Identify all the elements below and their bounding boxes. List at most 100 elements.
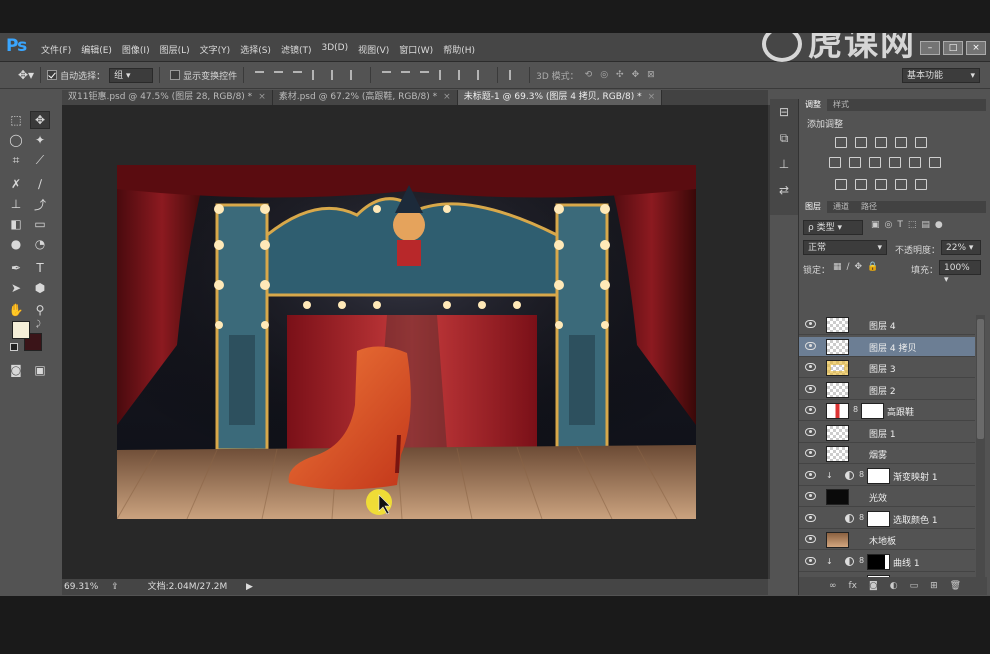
minimize-icon[interactable]: – bbox=[920, 41, 940, 55]
invert-icon[interactable] bbox=[835, 179, 847, 190]
layer-row[interactable]: 烟雾 bbox=[799, 444, 975, 464]
selective-color-icon[interactable] bbox=[895, 179, 907, 190]
menu-edit[interactable]: 编辑(E) bbox=[76, 43, 117, 56]
screen-mode-icon[interactable]: ▣ bbox=[30, 361, 50, 379]
visibility-eye-icon[interactable] bbox=[805, 406, 816, 414]
chain-link-icon[interactable]: 8 bbox=[859, 513, 864, 522]
magic-wand-tool-icon[interactable]: ✦ bbox=[30, 131, 50, 149]
auto-select-checkbox[interactable] bbox=[47, 70, 58, 80]
pan-3d-icon[interactable]: ✣ bbox=[616, 70, 624, 80]
document-canvas[interactable] bbox=[117, 165, 696, 519]
layer-row[interactable]: 光效 bbox=[799, 487, 975, 507]
layer-row[interactable]: ↓ 8 曲线 1 bbox=[799, 551, 975, 572]
type-tool-icon[interactable]: T bbox=[30, 259, 50, 277]
lock-icons[interactable]: ▦∕✥🔒 bbox=[833, 262, 883, 272]
channel-mixer-icon[interactable] bbox=[909, 157, 921, 168]
gradient-map-icon[interactable] bbox=[915, 179, 927, 190]
zoom-tool-icon[interactable]: ⚲ bbox=[30, 301, 50, 319]
status-arrow-icon[interactable]: ▶ bbox=[246, 579, 253, 595]
layer-row[interactable]: 8 高跟鞋 bbox=[799, 401, 975, 421]
curves-icon[interactable] bbox=[875, 137, 887, 148]
distribute-right-icon[interactable] bbox=[477, 70, 486, 80]
new-adjustment-icon[interactable]: ◐ bbox=[890, 581, 898, 591]
blur-tool-icon[interactable]: ● bbox=[6, 235, 26, 253]
align-hcenter-icon[interactable] bbox=[331, 70, 340, 80]
tab-channels[interactable]: 通道 bbox=[827, 201, 855, 213]
levels-icon[interactable] bbox=[855, 137, 867, 148]
eraser-tool-icon[interactable]: ◧ bbox=[6, 215, 26, 233]
visibility-eye-icon[interactable] bbox=[805, 556, 816, 565]
color-balance-icon[interactable] bbox=[849, 157, 861, 168]
swap-colors-icon[interactable]: ⤸ bbox=[36, 319, 41, 329]
layer-mask-thumbnail[interactable] bbox=[867, 553, 890, 570]
layer-mask-thumbnail[interactable] bbox=[861, 403, 884, 419]
add-mask-icon[interactable]: ◙ bbox=[869, 581, 878, 591]
chain-link-icon[interactable]: 8 bbox=[859, 556, 864, 565]
visibility-eye-icon[interactable] bbox=[805, 341, 816, 350]
layer-row[interactable]: 木地板 bbox=[799, 530, 975, 550]
scale-3d-icon[interactable]: ⊠ bbox=[647, 70, 655, 80]
foreground-color-swatch[interactable] bbox=[12, 321, 30, 339]
menu-file[interactable]: 文件(F) bbox=[36, 43, 76, 56]
menu-3d[interactable]: 3D(D) bbox=[316, 43, 353, 56]
black-white-icon[interactable] bbox=[869, 157, 881, 168]
dodge-tool-icon[interactable]: ◔ bbox=[30, 235, 50, 253]
chain-link-icon[interactable]: 8 bbox=[859, 470, 864, 479]
rotate-3d-icon[interactable]: ⟲ bbox=[585, 70, 593, 80]
lasso-tool-icon[interactable]: ◯ bbox=[6, 131, 26, 149]
new-layer-icon[interactable]: ⊞ bbox=[930, 581, 938, 591]
delete-layer-icon[interactable]: 🗑 bbox=[950, 581, 961, 591]
default-colors-icon[interactable] bbox=[10, 343, 18, 351]
quick-mask-icon[interactable]: ◙ bbox=[6, 361, 26, 379]
restore-icon[interactable]: □ bbox=[943, 41, 963, 55]
close-icon[interactable]: × bbox=[966, 41, 986, 55]
photo-filter-icon[interactable] bbox=[889, 157, 901, 168]
workspace-dropdown[interactable]: 基本功能 ▾ bbox=[902, 68, 980, 83]
properties-panel-icon[interactable]: ⇄ bbox=[770, 177, 798, 203]
visibility-eye-icon[interactable] bbox=[805, 470, 816, 479]
slide-3d-icon[interactable]: ✥ bbox=[632, 70, 640, 80]
distribute-hcenter-icon[interactable] bbox=[458, 70, 467, 80]
visibility-eye-icon[interactable] bbox=[805, 449, 816, 457]
auto-align-icon[interactable] bbox=[509, 70, 518, 80]
filter-icons[interactable]: ▣◎T⬚▤● bbox=[871, 220, 948, 230]
layer-row[interactable]: 图层 1 bbox=[799, 422, 975, 443]
canvas-area[interactable] bbox=[62, 105, 768, 579]
pen-tool-icon[interactable]: ✒ bbox=[6, 259, 26, 277]
color-lookup-icon[interactable] bbox=[929, 157, 941, 168]
tab-adjustments[interactable]: 调整 bbox=[799, 99, 827, 111]
doc-tab-2[interactable]: 素材.psd @ 67.2% (高跟鞋, RGB/8) * × bbox=[272, 90, 458, 105]
tab-layers[interactable]: 图层 bbox=[799, 201, 827, 213]
layer-mask-thumbnail[interactable] bbox=[867, 510, 890, 527]
crop-tool-icon[interactable]: ⌗ bbox=[6, 151, 26, 169]
visibility-eye-icon[interactable] bbox=[805, 384, 816, 393]
eyedropper-tool-icon[interactable]: ⟋ bbox=[30, 151, 50, 169]
visibility-eye-icon[interactable] bbox=[805, 513, 816, 522]
exposure-icon[interactable] bbox=[895, 137, 907, 148]
vibrance-icon[interactable] bbox=[915, 137, 927, 148]
menu-layer[interactable]: 图层(L) bbox=[155, 43, 195, 56]
opacity-field[interactable]: 22% ▾ bbox=[941, 240, 981, 255]
align-top-icon[interactable] bbox=[255, 70, 265, 80]
brightness-icon[interactable] bbox=[835, 137, 847, 148]
hue-saturation-icon[interactable] bbox=[829, 157, 841, 168]
layer-row[interactable]: 8 选取颜色 1 bbox=[799, 508, 975, 529]
layer-filter-dropdown[interactable]: ρ 类型 ▾ bbox=[803, 220, 863, 235]
doc-tab-1[interactable]: 双11钜惠.psd @ 47.5% (图层 28, RGB/8) * × bbox=[62, 90, 273, 105]
history-brush-tool-icon[interactable]: ⤴ bbox=[30, 195, 50, 213]
menu-view[interactable]: 视图(V) bbox=[353, 43, 394, 56]
new-group-icon[interactable]: ▭ bbox=[910, 581, 919, 591]
tab-paths[interactable]: 路径 bbox=[855, 201, 883, 213]
roll-3d-icon[interactable]: ◎ bbox=[600, 70, 608, 80]
doc-tab-active[interactable]: 未标题-1 @ 69.3% (图层 4 拷贝, RGB/8) * × bbox=[457, 90, 663, 105]
layers-scrollbar[interactable] bbox=[976, 315, 985, 577]
hand-tool-icon[interactable]: ✋ bbox=[6, 301, 26, 319]
link-layers-icon[interactable]: ∞ bbox=[829, 581, 837, 591]
path-selection-tool-icon[interactable]: ➤ bbox=[6, 279, 26, 297]
zoom-level[interactable]: 69.31% bbox=[64, 582, 98, 592]
layer-mask-thumbnail[interactable] bbox=[867, 467, 890, 484]
layer-row[interactable]: ↓图层 2 bbox=[799, 379, 975, 400]
visibility-eye-icon[interactable] bbox=[805, 492, 816, 500]
tab-close-icon[interactable]: × bbox=[443, 92, 451, 102]
history-panel-icon[interactable]: ⊟ bbox=[770, 99, 798, 125]
